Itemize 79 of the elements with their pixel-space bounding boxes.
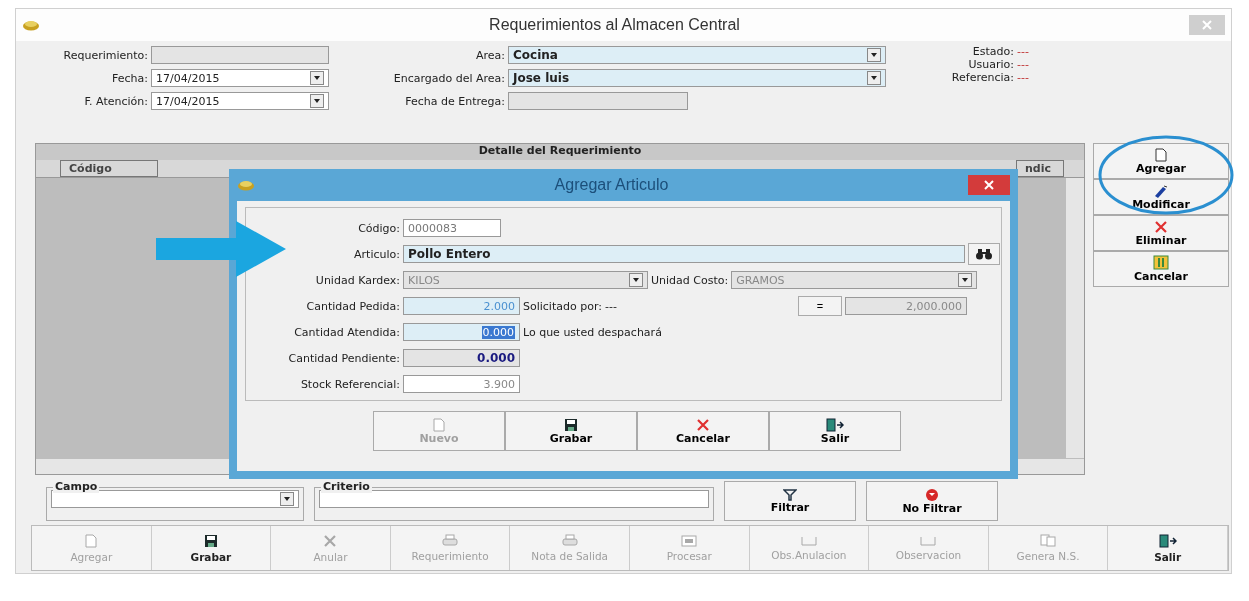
text-field[interactable] bbox=[319, 490, 709, 508]
field-label: Unidad Kardex: bbox=[314, 273, 400, 287]
search-button[interactable] bbox=[968, 243, 1000, 265]
cross-icon bbox=[1154, 219, 1168, 234]
field-label: Estado: bbox=[971, 45, 1014, 58]
group-label: Criterio bbox=[321, 480, 372, 493]
page-icon bbox=[433, 417, 445, 432]
field-label: Requerimiento: bbox=[62, 48, 148, 62]
field-label: Cantidad Pedida: bbox=[305, 299, 400, 313]
dialog-title: Agregar Articulo bbox=[553, 176, 670, 194]
field-label: Unidad Costo: bbox=[651, 273, 729, 287]
field-value: --- bbox=[1017, 71, 1029, 84]
page-icon bbox=[85, 533, 98, 548]
text-field[interactable]: 0.000 bbox=[403, 323, 520, 341]
dropdown-field[interactable]: Jose luis bbox=[508, 69, 886, 87]
field-label: Articulo: bbox=[353, 247, 400, 261]
side-button[interactable]: Modificar bbox=[1093, 179, 1229, 215]
column-header[interactable]: ndic bbox=[1016, 160, 1064, 177]
tray-icon bbox=[920, 535, 937, 546]
dialog-button[interactable]: Grabar bbox=[505, 411, 637, 451]
dialog-button[interactable]: Cancelar bbox=[637, 411, 769, 451]
column-header[interactable]: Código bbox=[60, 160, 158, 177]
close-icon bbox=[984, 180, 994, 190]
close-icon bbox=[1202, 20, 1212, 30]
equals-button[interactable]: = bbox=[797, 296, 842, 316]
field-label: F. Atención: bbox=[83, 94, 148, 108]
toolbar-button[interactable]: Salir bbox=[1108, 526, 1228, 570]
field-label: Fecha de Entrega: bbox=[404, 94, 505, 108]
pencil-icon bbox=[1153, 183, 1169, 198]
text-field[interactable]: Pollo Entero bbox=[403, 245, 965, 263]
printer-icon bbox=[442, 534, 459, 547]
side-button[interactable]: Cancelar bbox=[1093, 251, 1229, 287]
documents-icon bbox=[1040, 534, 1057, 547]
field-label: Código: bbox=[357, 221, 400, 235]
field-label: Cantidad Atendida: bbox=[293, 325, 400, 339]
app-icon bbox=[237, 179, 255, 191]
field-label: Referencia: bbox=[950, 71, 1014, 84]
printer-icon bbox=[561, 534, 578, 547]
field-label: Cantidad Pendiente: bbox=[287, 351, 400, 365]
page-icon bbox=[1155, 147, 1167, 162]
close-button[interactable] bbox=[968, 175, 1010, 195]
tray-icon bbox=[800, 535, 817, 546]
side-button[interactable]: Agregar bbox=[1093, 143, 1229, 179]
side-button[interactable]: Eliminar bbox=[1093, 215, 1229, 251]
binoculars-icon bbox=[975, 248, 993, 260]
exit-door-icon bbox=[826, 417, 844, 432]
app-icon bbox=[22, 19, 40, 31]
field-label: Area: bbox=[474, 48, 505, 62]
dropdown-field[interactable] bbox=[51, 490, 299, 508]
dropdown-field[interactable]: 17/04/2015 bbox=[151, 69, 329, 87]
text-field[interactable] bbox=[151, 46, 329, 64]
cancel-icon bbox=[1153, 255, 1169, 270]
text-field[interactable]: 0000083 bbox=[403, 219, 501, 237]
window-title: Requerimientos al Almacen Central bbox=[488, 16, 741, 34]
hint-text: Lo que usted despachará bbox=[523, 325, 662, 339]
group-label: Campo bbox=[53, 480, 100, 493]
field-label: Usuario: bbox=[967, 58, 1014, 71]
dropdown-field[interactable]: 17/04/2015 bbox=[151, 92, 329, 110]
filter-button[interactable]: No Filtrar bbox=[866, 481, 998, 521]
field-label: Solicitado por: bbox=[523, 299, 602, 313]
field-value: --- bbox=[1017, 45, 1029, 58]
cross-icon bbox=[323, 533, 338, 548]
field-label: Encargado del Area: bbox=[392, 71, 505, 85]
no-filter-icon bbox=[925, 487, 939, 502]
field-label: Stock Referencial: bbox=[299, 377, 400, 391]
filter-button[interactable]: Filtrar bbox=[724, 481, 856, 521]
dialog-button[interactable]: Salir bbox=[769, 411, 901, 451]
vertical-scrollbar[interactable] bbox=[1066, 178, 1084, 458]
grid-title: Detalle del Requerimiento bbox=[36, 144, 1084, 160]
toolbar-button[interactable]: Grabar bbox=[151, 526, 272, 570]
text-field[interactable] bbox=[508, 92, 688, 110]
window-icon bbox=[681, 534, 698, 547]
field-label: Fecha: bbox=[111, 71, 148, 85]
field-value: --- bbox=[1017, 58, 1029, 71]
exit-door-icon bbox=[1158, 533, 1177, 548]
dropdown-field[interactable]: Cocina bbox=[508, 46, 886, 64]
field-value: --- bbox=[604, 299, 618, 313]
cross-icon bbox=[696, 417, 710, 432]
funnel-icon bbox=[783, 488, 797, 501]
